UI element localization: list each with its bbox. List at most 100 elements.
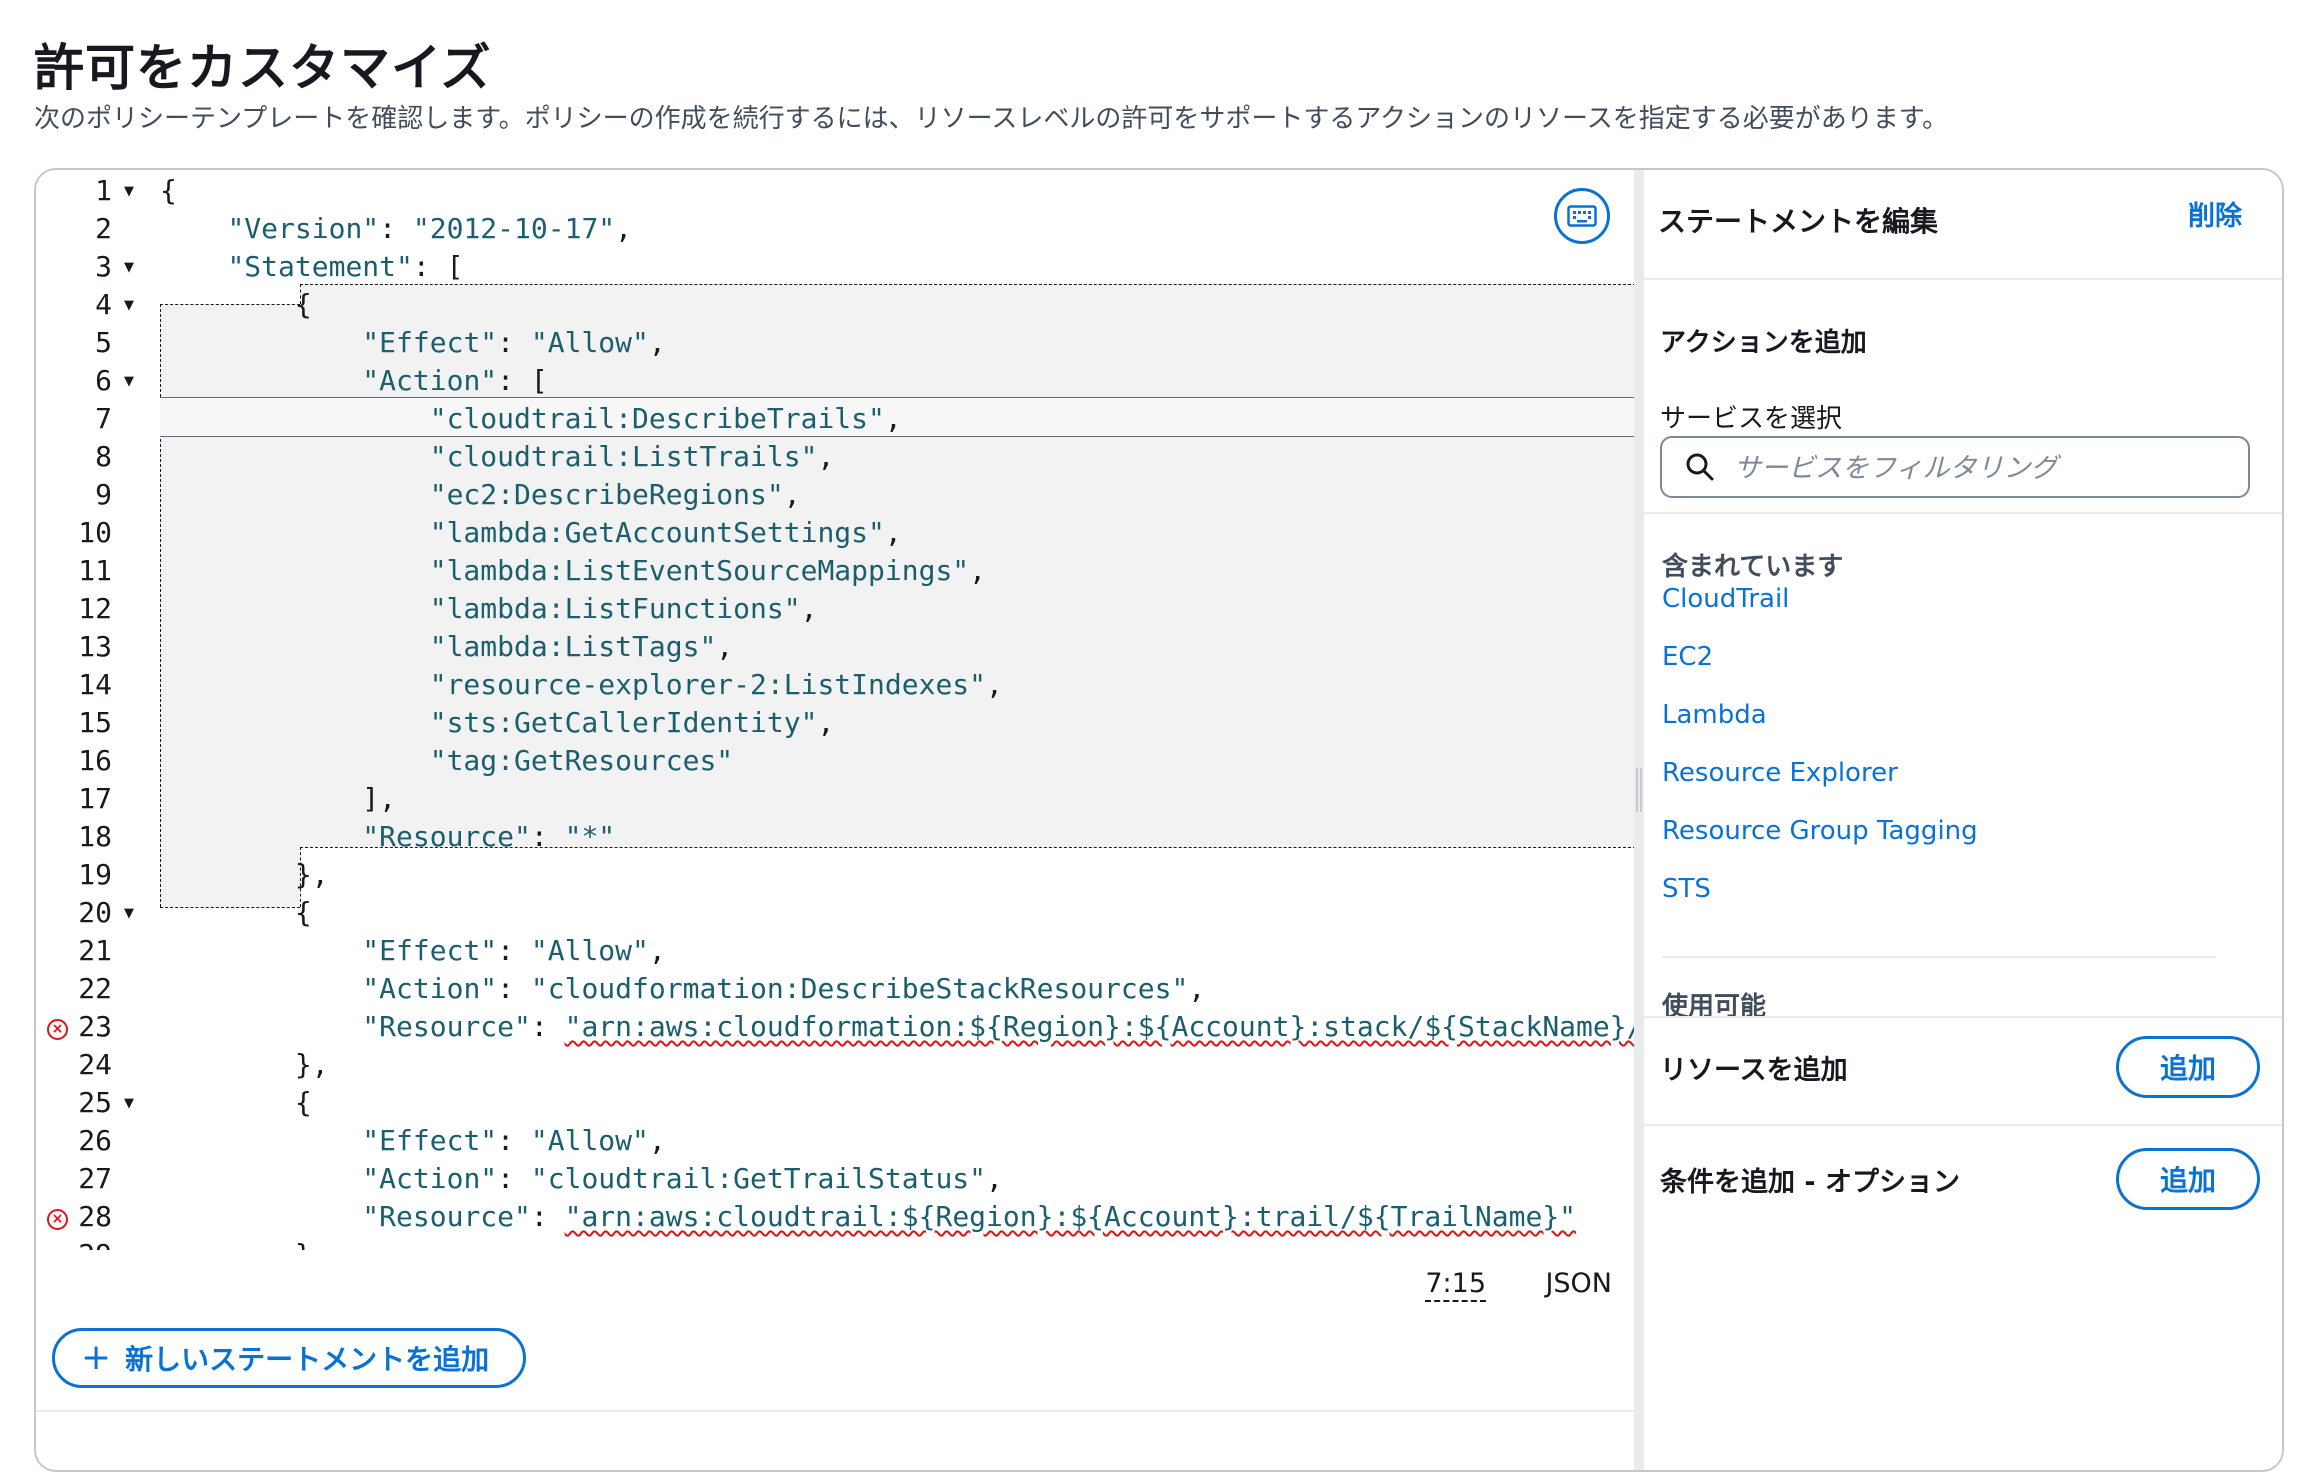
service-filter-search[interactable]	[1660, 436, 2250, 498]
string-token: "2012-10-17"	[412, 212, 616, 245]
json-editor[interactable]: 1 ▼ 2 3 ▼ 4 ▼ 5 6 ▼ 7 8 9 10 11 12 13 14 15 16 17 18 19 20 ▼ 21 22…	[36, 170, 1636, 1310]
edit-statement-panel: ステートメントを編集 削除 アクションを追加 サービスを選択 含まれていますCl…	[1644, 170, 2282, 1470]
service-list: 含まれています CloudTrail EC2 Lambda Resource Explo…	[1644, 516, 2282, 1016]
line-number: 10	[78, 516, 112, 549]
add-resource-button[interactable]: 追加	[2116, 1036, 2260, 1098]
code-token: : [	[497, 364, 548, 397]
divider	[1644, 512, 2282, 514]
panel-divider	[1634, 170, 1644, 1470]
code-token: ,	[716, 630, 734, 663]
code-token: {	[160, 174, 177, 207]
string-token: "Action"	[362, 972, 498, 1005]
code-token: ,	[648, 1124, 666, 1157]
code-token: },	[160, 858, 329, 891]
code-token: :	[530, 1200, 565, 1233]
panel-title: ステートメントを編集	[1658, 205, 1939, 238]
code-line: {	[160, 896, 312, 929]
line-number: 26	[78, 1124, 112, 1157]
error-icon[interactable]: ×	[47, 1209, 68, 1230]
code-token: {	[160, 1086, 312, 1119]
code-line: "Resource": "arn:aws:cloudtrail:${Region…	[160, 1200, 1576, 1233]
string-token: "Effect"	[362, 934, 498, 967]
code-token: :	[497, 1124, 531, 1157]
language-indicator: JSON	[1545, 1268, 1612, 1299]
selection-highlight	[300, 284, 1636, 304]
string-token: "Version"	[227, 212, 380, 245]
plus-icon: +	[81, 1337, 112, 1378]
keyboard-icon	[1567, 205, 1597, 227]
string-token: "Statement"	[227, 250, 413, 283]
code-line: "sts:GetCallerIdentity",	[160, 706, 835, 739]
code-token: ,	[648, 934, 666, 967]
keyboard-shortcuts-button[interactable]	[1554, 188, 1610, 244]
code-token: :	[530, 820, 565, 853]
resize-handle[interactable]	[1634, 768, 1644, 812]
string-token: "lambda:GetAccountSettings"	[429, 516, 885, 549]
fold-toggle-icon[interactable]: ▼	[124, 260, 134, 275]
line-number: 15	[78, 706, 112, 739]
code-token: ,	[986, 668, 1003, 701]
code-line: "cloudtrail:DescribeTrails",	[160, 402, 902, 435]
code-line: "Resource": "*"	[160, 820, 615, 853]
page-title: 許可をカスタマイズ	[34, 39, 492, 97]
service-link[interactable]: Resource Explorer	[1662, 758, 1898, 788]
code-line: "Effect": "Allow",	[160, 934, 666, 967]
fold-toggle-icon[interactable]: ▼	[124, 906, 134, 921]
code-line: {	[160, 1086, 312, 1119]
cursor-position[interactable]: 7:15	[1425, 1268, 1486, 1302]
code-line: "tag:GetResources"	[160, 744, 733, 777]
string-token: "cloudtrail:ListTrails"	[429, 440, 818, 473]
code-line: "Version": "2012-10-17",	[160, 212, 632, 245]
string-token: "Effect"	[362, 1124, 498, 1157]
service-link[interactable]: STS	[1662, 874, 1711, 904]
fold-toggle-icon[interactable]: ▼	[124, 184, 134, 199]
add-condition-button[interactable]: 追加	[2116, 1148, 2260, 1210]
line-number: 17	[78, 782, 112, 815]
service-link[interactable]: EC2	[1662, 642, 1713, 672]
service-filter-input[interactable]	[1732, 444, 2236, 492]
code-line: ],	[160, 782, 396, 815]
service-link[interactable]: Resource Group Tagging	[1662, 816, 1978, 846]
fold-toggle-icon[interactable]: ▼	[124, 298, 134, 313]
line-number: 12	[78, 592, 112, 625]
add-new-statement-button[interactable]: + 新しいステートメントを追加	[52, 1328, 527, 1388]
code-token: ,	[800, 592, 818, 625]
line-number: 20	[78, 896, 112, 929]
error-icon[interactable]: ×	[47, 1019, 68, 1040]
fold-toggle-icon[interactable]: ▼	[124, 374, 134, 389]
service-link[interactable]: Lambda	[1662, 700, 1767, 730]
string-token: "Allow"	[530, 326, 649, 359]
string-token: "cloudtrail:GetTrailStatus"	[530, 1162, 987, 1195]
delete-statement-link[interactable]: 削除	[2188, 194, 2242, 233]
string-token: "cloudtrail:DescribeTrails"	[429, 402, 885, 435]
fold-toggle-icon[interactable]: ▼	[124, 1096, 134, 1111]
add-new-statement-label: 新しいステートメントを追加	[125, 1343, 490, 1376]
line-number: 16	[78, 744, 112, 777]
service-link[interactable]: CloudTrail	[1662, 584, 1789, 614]
line-number: 19	[78, 858, 112, 891]
string-token: "Allow"	[530, 1124, 649, 1157]
line-number: 24	[78, 1048, 112, 1081]
code-token: },	[160, 1048, 329, 1081]
error-token: "arn:aws:cloudtrail:${Region}:${Account}…	[564, 1200, 1577, 1233]
divider	[1644, 1016, 2282, 1018]
code-token: ,	[884, 516, 902, 549]
line-number: 11	[78, 554, 112, 587]
code-line: },	[160, 1048, 329, 1081]
code-token: ,	[615, 212, 633, 245]
string-token: "Effect"	[362, 326, 498, 359]
search-icon	[1686, 453, 1714, 481]
code-token: ,	[783, 478, 801, 511]
editor-footer: + 新しいステートメントを追加	[36, 1310, 1636, 1412]
available-services-heading: 使用可能	[1662, 992, 1767, 1016]
line-number: 22	[78, 972, 112, 1005]
